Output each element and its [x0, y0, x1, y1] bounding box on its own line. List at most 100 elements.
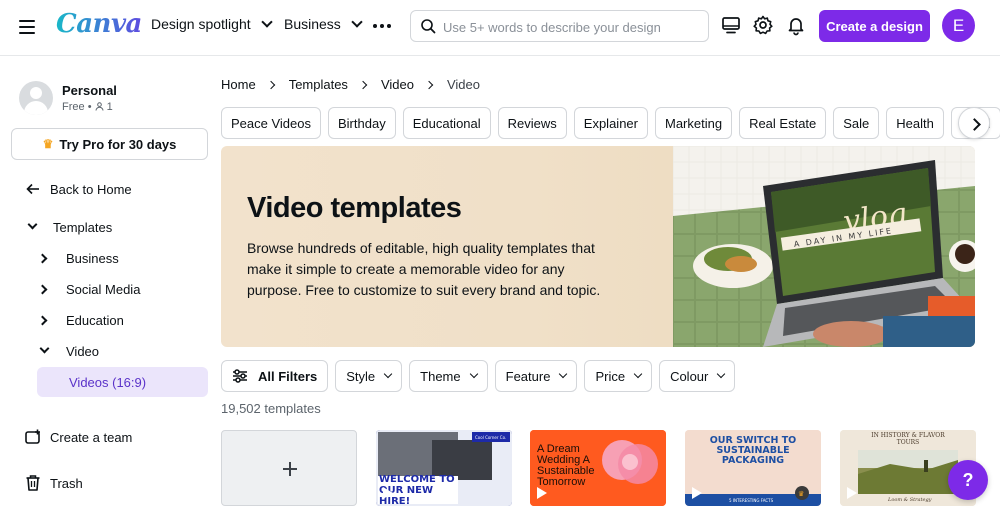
desktop-icon[interactable] — [720, 14, 742, 36]
chip-marketing[interactable]: Marketing — [654, 107, 733, 139]
profile-meta: Free • 1 — [62, 101, 113, 113]
all-filters-button[interactable]: All Filters — [221, 360, 329, 392]
profile-plan: Free — [62, 101, 85, 113]
template-thumbnail-packaging[interactable]: OUR SWITCH TO SUSTAINABLE PACKAGING 5 IN… — [685, 430, 821, 506]
search-bar[interactable] — [410, 10, 709, 42]
chevron-down-icon — [717, 369, 726, 379]
breadcrumb-video[interactable]: Video — [381, 77, 414, 92]
nav-label: Business — [284, 16, 341, 32]
chip-birthday[interactable]: Birthday — [328, 107, 396, 139]
arrow-left-icon — [26, 183, 39, 195]
chevron-down-icon — [633, 369, 643, 379]
chip-health[interactable]: Health — [886, 107, 944, 139]
crown-icon: ♛ — [42, 137, 54, 151]
nav-design-spotlight[interactable]: Design spotlight — [151, 16, 273, 32]
menu-icon[interactable] — [17, 17, 37, 37]
try-pro-label: Try Pro for 30 days — [59, 136, 177, 152]
sidebar-item-education[interactable]: Education — [0, 305, 208, 335]
nav-business[interactable]: Business — [284, 16, 363, 32]
chip-explainer[interactable]: Explainer — [573, 107, 648, 139]
filter-label: Price — [595, 368, 626, 384]
laptop-illustration: vlog A DAY IN MY LIFE — [673, 146, 975, 347]
chevron-right-icon — [266, 80, 275, 89]
sidebar-item-social-media[interactable]: Social Media — [0, 274, 208, 304]
create-blank-thumbnail[interactable] — [221, 430, 357, 506]
sidebar-item-templates[interactable]: Templates — [0, 212, 208, 242]
category-chips: Peace Videos Birthday Educational Review… — [221, 107, 1000, 139]
play-icon — [537, 487, 547, 499]
user-avatar[interactable]: E — [942, 9, 975, 42]
thumb-subtitle: 5 INTERESTING FACTS — [729, 498, 774, 503]
play-icon — [692, 487, 702, 499]
trash-icon — [26, 475, 40, 491]
play-icon — [383, 487, 393, 499]
chip-reviews[interactable]: Reviews — [497, 107, 567, 139]
search-input[interactable] — [443, 17, 698, 37]
template-thumbnail-welcome[interactable]: Cool Corner Co. WELCOME TO OUR NEW HIRE! — [376, 430, 512, 506]
filter-colour[interactable]: Colour — [659, 360, 736, 392]
trash[interactable]: Trash — [0, 468, 208, 498]
nav-label: Design spotlight — [151, 16, 251, 32]
sidebar-item-label: Video — [66, 343, 100, 359]
help-button[interactable]: ? — [948, 460, 988, 500]
search-icon — [421, 19, 436, 34]
hero-title: Video templates — [247, 192, 462, 224]
create-design-button[interactable]: Create a design — [819, 10, 930, 42]
chevron-down-icon — [39, 343, 50, 354]
team-icon — [25, 429, 40, 444]
settings-icon[interactable] — [752, 14, 774, 36]
chips-next-button[interactable] — [958, 107, 990, 139]
chevron-down-icon — [260, 16, 273, 28]
sidebar-item-label: Social Media — [66, 281, 141, 297]
chevron-right-icon — [358, 80, 368, 89]
filter-feature[interactable]: Feature — [494, 360, 578, 392]
chevron-down-icon — [383, 369, 393, 379]
bell-icon[interactable] — [785, 14, 807, 36]
sidebar-item-label: Education — [66, 312, 124, 328]
sidebar-item-business[interactable]: Business — [0, 243, 208, 273]
try-pro-button[interactable]: ♛ Try Pro for 30 days — [11, 128, 208, 160]
more-icon[interactable] — [373, 24, 391, 28]
breadcrumb: Home Templates Video Video — [221, 77, 480, 92]
chip-peace-videos[interactable]: Peace Videos — [221, 107, 321, 139]
thumb-title: IN HISTORY & FLAVOR TOURS — [871, 432, 945, 446]
hero-description: Browse hundreds of editable, high qualit… — [247, 240, 601, 298]
filter-label: Theme — [420, 368, 461, 384]
back-to-home-label: Back to Home — [50, 181, 132, 197]
create-team[interactable]: Create a team — [0, 422, 208, 452]
plus-icon — [283, 462, 297, 476]
filter-label: Colour — [670, 368, 709, 384]
breadcrumb-home[interactable]: Home — [221, 77, 256, 92]
canva-logo[interactable]: Canva — [56, 9, 142, 39]
chevron-down-icon — [27, 219, 38, 230]
chevron-down-icon — [469, 369, 478, 379]
chevron-down-icon — [559, 369, 568, 379]
chip-educational[interactable]: Educational — [402, 107, 491, 139]
filter-price[interactable]: Price — [584, 360, 653, 392]
separator-dot: • — [87, 101, 95, 113]
template-thumbnail-wedding[interactable]: A Dream Wedding A Sustainable Tomorrow — [530, 430, 666, 506]
breadcrumb-templates[interactable]: Templates — [289, 77, 348, 92]
filter-theme[interactable]: Theme — [409, 360, 488, 392]
profile-avatar[interactable] — [19, 81, 53, 115]
chip-real-estate[interactable]: Real Estate — [739, 107, 827, 139]
chevron-down-icon — [351, 16, 363, 28]
filter-bar: All Filters Style Theme Feature Price Co… — [221, 360, 736, 392]
thumb-subtitle: Loom & Strategy — [887, 497, 932, 503]
sidebar-item-label: Templates — [53, 219, 113, 235]
chevron-right-icon — [37, 253, 48, 264]
filter-sliders-icon — [233, 369, 247, 383]
filter-label: Feature — [505, 368, 551, 384]
chip-sale[interactable]: Sale — [833, 107, 880, 139]
crown-icon: ♛ — [798, 490, 804, 498]
filter-style[interactable]: Style — [335, 360, 403, 392]
top-header: Canva Design spotlight Business Create a… — [0, 0, 1000, 56]
filter-label: Style — [346, 368, 376, 384]
chevron-right-icon — [424, 80, 434, 89]
back-to-home[interactable]: Back to Home — [0, 174, 208, 204]
sidebar-item-videos-16-9[interactable]: Videos (16:9) — [37, 367, 208, 397]
template-count: 19,502 templates — [221, 401, 321, 416]
sidebar-item-video[interactable]: Video — [0, 336, 208, 366]
trash-label: Trash — [50, 475, 83, 491]
thumb-title: A Dream Wedding A Sustainable Tomorrow — [537, 444, 595, 488]
